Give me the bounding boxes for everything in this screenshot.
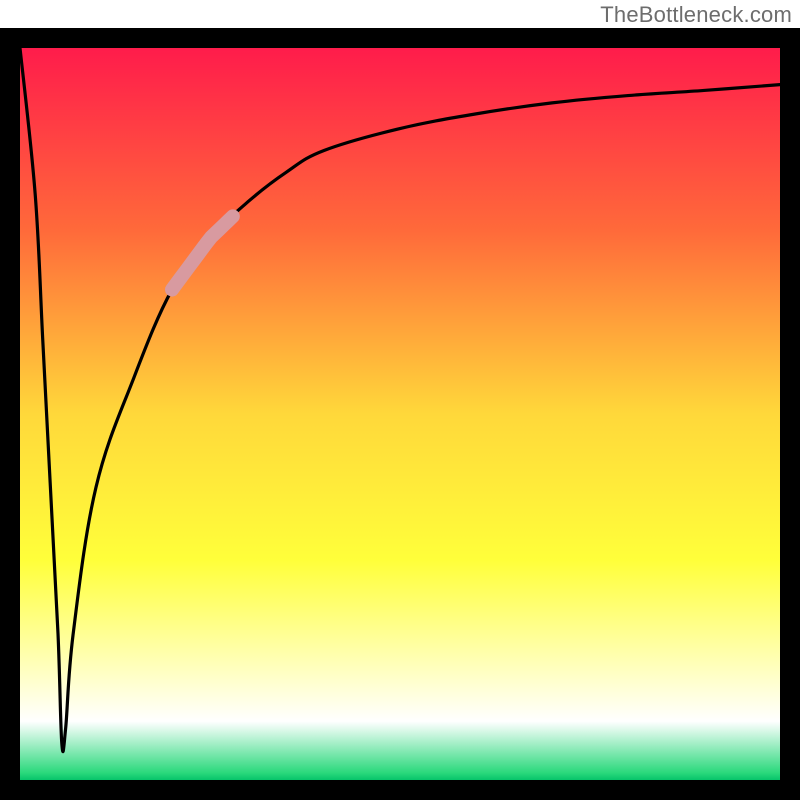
frame-border-bottom [0,780,800,800]
background-gradient [20,48,780,780]
frame-border-left [0,28,20,800]
plot-area [20,48,780,780]
frame-border-right [780,28,800,800]
chart-frame: TheBottleneck.com [0,0,800,800]
frame-border-top [0,28,800,48]
watermark-text: TheBottleneck.com [600,2,792,28]
